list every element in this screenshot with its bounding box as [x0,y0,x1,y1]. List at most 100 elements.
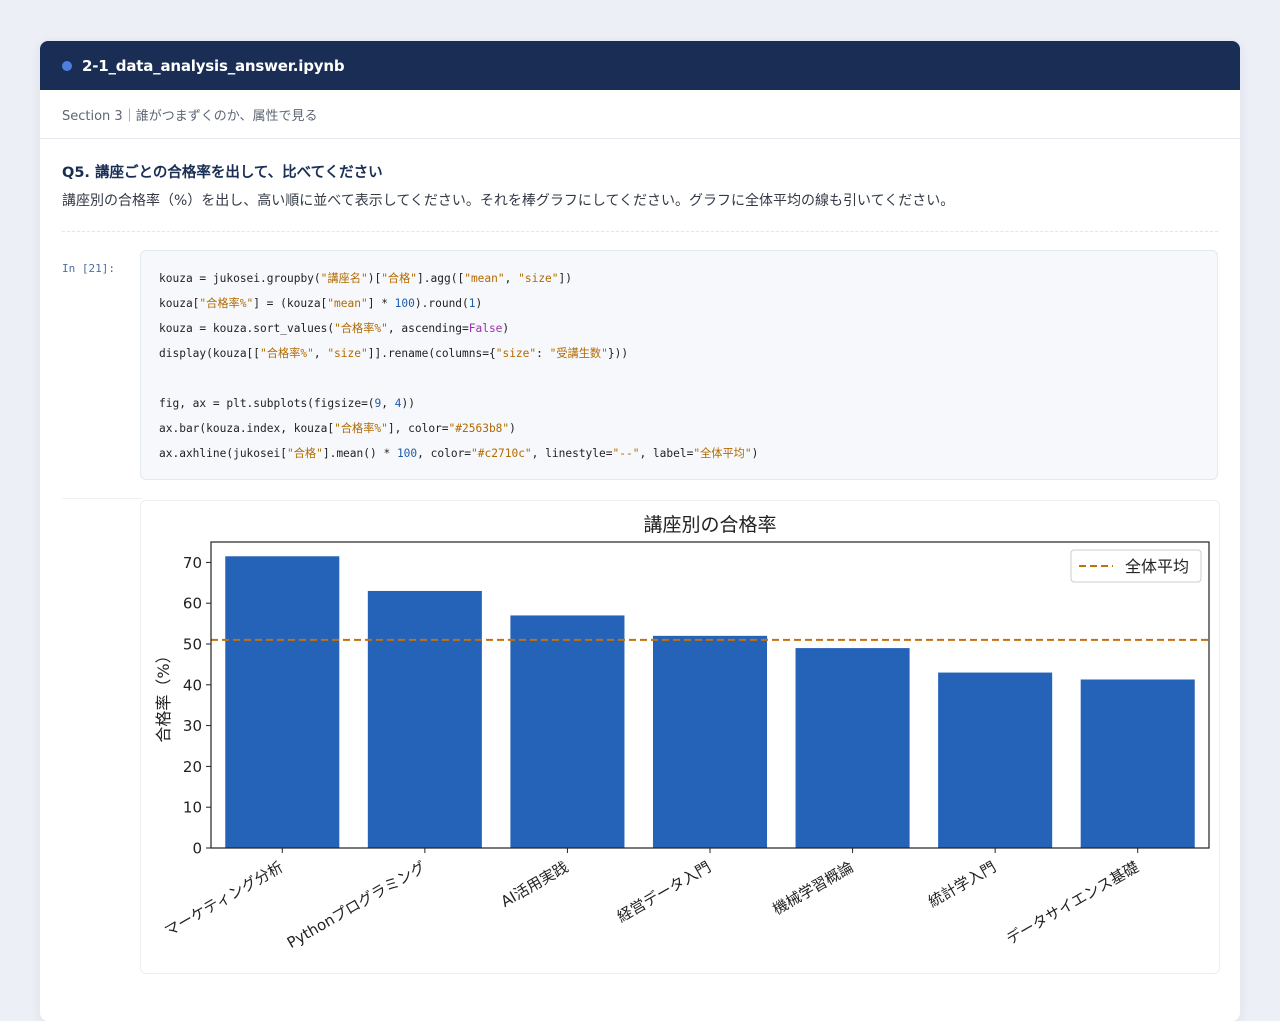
code-token: ).round( [414,297,469,310]
section-label: Section 3｜誰がつまずくのか、属性で見る [62,108,318,124]
code-token: ]].rename(columns={ [367,347,496,360]
code-token: "size" [327,347,368,360]
code-lines[interactable]: kouza = jukosei.groupby("講座名")["合格"].agg… [159,266,758,466]
code-token: "#2563b8" [448,422,510,435]
code-token: ] = (kouza[ [253,297,328,310]
code-line: kouza["合格率%"] = (kouza["mean"] * 100).ro… [159,291,758,316]
question-title: Q5. 講座ごとの合格率を出して、比べてください [62,165,383,181]
bar [367,590,482,848]
x-tick-label: データサイエンス基礎 [1003,858,1142,948]
code-token: kouza[ [159,297,200,310]
code-token: "合格率%" [260,347,314,360]
bar-chart: 講座別の合格率合格率（%） マーケティング分析Pythonプログラミング AI活用実… [154,514,1210,952]
code-token: ], color= [387,422,449,435]
bar [938,672,1053,848]
bar [510,615,625,848]
y-tick-label: 0 [192,840,202,858]
code-token: "合格" [381,272,418,285]
notebook-window: 2-1_data_analysis_answer.ipynb Section 3… [40,41,1240,1021]
code-line: ax.bar(kouza.index, kouza["合格率%"], color… [159,416,758,441]
code-line: ax.axhline(jukosei["合格"].mean() * 100, c… [159,441,758,466]
bar [225,556,340,848]
code-token: 1 [468,297,476,310]
code-token: )) [401,397,416,410]
code-token: , [504,272,519,285]
code-token: 100 [396,447,418,460]
code-token: "size" [518,272,559,285]
x-tick-label: 統計学入門 [925,858,999,911]
divider [62,231,1218,232]
code-token: ].mean() * [322,447,397,460]
code-token: "#c2710c" [471,447,532,460]
code-token: , [313,347,328,360]
code-token: ) [751,447,759,460]
code-token: ]) [558,272,573,285]
question-block: Q5. 講座ごとの合格率を出して、比べてください 講座別の合格率（%）を出し、高… [40,139,1240,210]
bar [1080,679,1195,848]
code-token: ] * [367,297,395,310]
code-line: fig, ax = plt.subplots(figsize=(9, 4)) [159,391,758,416]
y-tick-label: 40 [183,676,202,694]
section-breadcrumb: Section 3｜誰がつまずくのか、属性で見る [40,90,1240,139]
code-token: ax.axhline(jukosei[ [159,447,287,460]
bar [652,635,768,848]
code-line: display(kouza[["合格率%", "size"]].rename(c… [159,341,758,366]
x-tick-label: マーケティング分析 [161,858,286,940]
y-tick-label: 20 [183,758,202,776]
code-token: "size" [495,347,537,360]
code-token: False [468,322,503,335]
code-token: "受講生数" [549,347,608,360]
x-tick-label: AI活用実践 [498,858,572,911]
legend-label: 全体平均 [1125,557,1189,576]
code-token: ) [502,322,510,335]
code-token: , label= [639,447,694,460]
y-tick-label: 10 [183,799,202,817]
code-token: fig, ax = plt.subplots(figsize=( [159,397,375,410]
code-token: : [536,347,550,360]
code-token: ].agg([ [417,272,465,285]
code-token: , linestyle= [531,447,613,460]
code-token: 4 [394,397,402,410]
code-line: kouza = kouza.sort_values("合格率%", ascend… [159,316,758,341]
code-token: display(kouza[[ [159,347,261,360]
code-token: ) [475,297,483,310]
title-bar: 2-1_data_analysis_answer.ipynb [40,41,1240,90]
code-token: kouza = jukosei.groupby( [159,272,321,285]
code-token: "合格率%" [334,422,388,435]
code-editor[interactable]: kouza = jukosei.groupby("講座名")["合格"].agg… [140,250,1218,480]
chart-title: 講座別の合格率 [643,514,776,536]
output-divider [62,498,142,499]
code-token: ax.bar(kouza.index, kouza[ [159,422,335,435]
x-tick-label: 経営データ入門 [614,858,714,926]
y-tick-label: 60 [183,595,202,613]
code-token: , color= [417,447,472,460]
y-tick-label: 50 [183,636,202,654]
y-tick-label: 70 [183,554,202,572]
x-tick-label: Pythonプログラミング [284,858,429,952]
code-token: ) [509,422,516,435]
code-token: 100 [394,297,415,310]
code-token: "--" [612,447,640,460]
code-token: "講座名" [320,272,368,285]
cell-prompt: In [21]: [62,262,115,275]
code-line: kouza = jukosei.groupby("講座名")["合格"].agg… [159,266,758,291]
code-token: )[ [367,272,382,285]
code-token: "合格率%" [334,322,388,335]
code-token: , ascending= [387,322,469,335]
y-axis-label: 合格率（%） [154,647,173,742]
notebook-title: 2-1_data_analysis_answer.ipynb [82,56,345,75]
code-token: "mean" [464,272,505,285]
code-token: "合格" [286,447,323,460]
code-token: "全体平均" [693,447,752,460]
bar [795,648,910,848]
y-tick-label: 30 [183,717,202,735]
code-token: "合格率%" [199,297,254,310]
question-description: 講座別の合格率（%）を出し、高い順に並べて表示してください。それを棒グラフにして… [62,193,955,209]
code-token: kouza = kouza.sort_values( [159,322,335,335]
status-dot-icon [62,60,72,71]
cell-output: 講座別の合格率合格率（%） マーケティング分析 Pythonプログラミング AI活用実… [140,500,1220,974]
code-cell[interactable]: In [21]: kouza = jukosei.groupby("講座名")[… [40,250,1240,480]
code-token: })) [607,347,629,360]
x-tick-label: 機械学習概論 [770,858,857,919]
